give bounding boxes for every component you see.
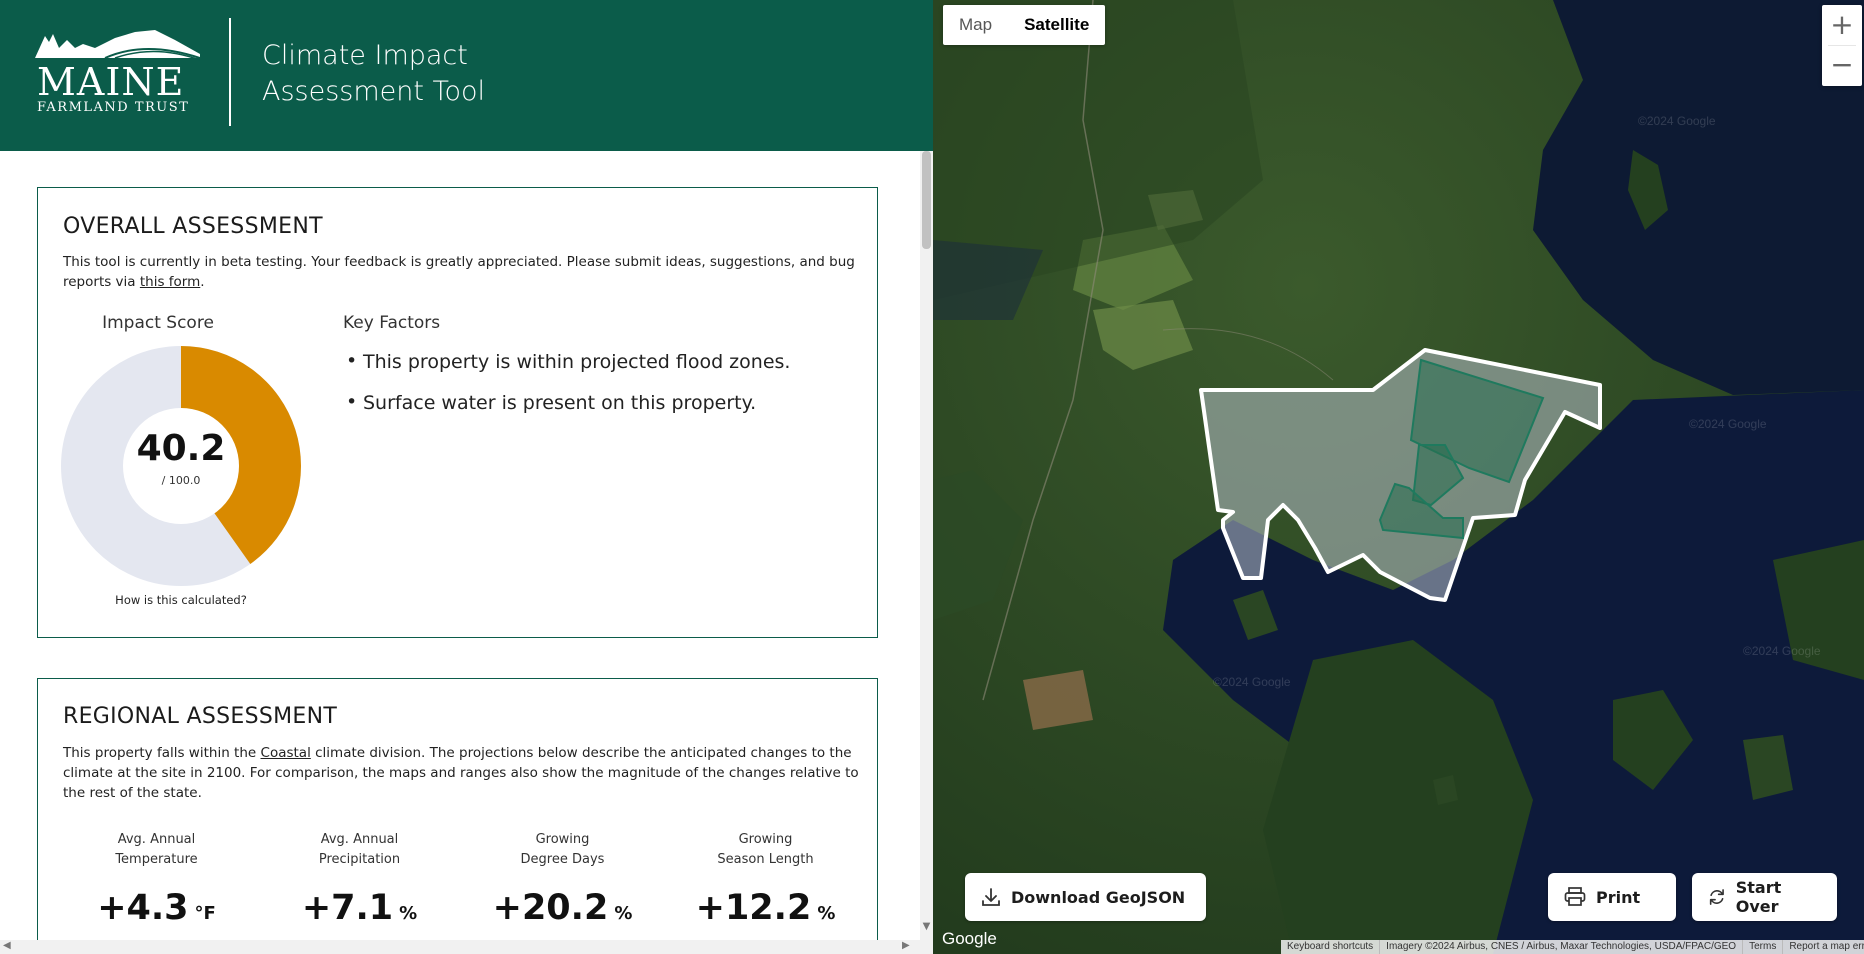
assessment-panel: MAINE FARMLAND TRUST Climate Impact Asse… xyxy=(0,0,933,954)
regional-assessment-heading: REGIONAL ASSESSMENT xyxy=(63,704,338,729)
regional-intro-before: This property falls within the xyxy=(63,745,257,761)
maine-farmland-trust-logo[interactable]: MAINE FARMLAND TRUST xyxy=(35,30,200,120)
zoom-control: + − xyxy=(1822,5,1862,86)
tool-title-line2: Assessment Tool xyxy=(262,76,485,107)
map-type-map-button[interactable]: Map xyxy=(943,5,1008,45)
map-watermark: ©2024 Google xyxy=(1689,417,1767,431)
map-attribution-bar: Keyboard shortcuts Imagery ©2024 Airbus,… xyxy=(1281,940,1864,954)
map-type-satellite-button[interactable]: Satellite xyxy=(1008,5,1105,45)
refresh-icon xyxy=(1709,889,1724,905)
logo-maine-text: MAINE xyxy=(37,60,185,104)
key-factors-title: Key Factors xyxy=(343,313,441,333)
header-divider xyxy=(229,18,231,126)
zoom-divider xyxy=(1828,45,1856,46)
metric-label: Growing Degree Days xyxy=(520,832,605,867)
feedback-form-link[interactable]: this form xyxy=(140,274,200,290)
scroll-right-arrow-icon[interactable]: ▶ xyxy=(902,940,910,951)
scroll-left-arrow-icon[interactable]: ◀ xyxy=(3,940,11,951)
app-header: MAINE FARMLAND TRUST Climate Impact Asse… xyxy=(0,0,933,151)
printer-icon xyxy=(1564,887,1586,906)
impact-score-max: / 100.0 xyxy=(161,474,201,487)
map-watermark: ©2024 Google xyxy=(1638,114,1716,128)
overall-assessment-heading: OVERALL ASSESSMENT xyxy=(63,214,323,239)
imagery-credit: Imagery ©2024 Airbus, CNES / Airbus, Max… xyxy=(1380,940,1744,954)
impact-score-value: 40.2 xyxy=(136,428,226,469)
zoom-in-button[interactable]: + xyxy=(1822,5,1862,45)
download-icon xyxy=(982,888,1000,906)
how-calculated-link[interactable]: How is this calculated? xyxy=(61,593,301,607)
keyboard-shortcuts-link[interactable]: Keyboard shortcuts xyxy=(1281,940,1381,954)
horizontal-scrollbar[interactable]: ◀ ▶ xyxy=(0,940,933,954)
report-map-error-link[interactable]: Report a map error xyxy=(1783,940,1864,954)
logo-farmland-trust-text: FARMLAND TRUST xyxy=(37,100,190,115)
climate-division-link[interactable]: Coastal xyxy=(261,745,311,761)
start-over-label: Start Over xyxy=(1735,878,1782,916)
metric-season-length: Growing Season Length +12.2% xyxy=(678,830,853,928)
key-factor-item: Surface water is present on this propert… xyxy=(346,391,790,414)
vertical-scrollbar-thumb[interactable] xyxy=(922,151,931,249)
regional-assessment-card: REGIONAL ASSESSMENT This property falls … xyxy=(37,678,878,940)
overall-assessment-card: OVERALL ASSESSMENT This tool is currentl… xyxy=(37,187,878,638)
download-geojson-label: Download GeoJSON xyxy=(1011,887,1186,907)
scroll-down-arrow-icon[interactable]: ▼ xyxy=(920,921,933,937)
tool-title-line1: Climate Impact xyxy=(262,40,468,71)
assessment-scroll-area[interactable]: OVERALL ASSESSMENT This tool is currentl… xyxy=(0,151,920,940)
google-logo[interactable]: Google xyxy=(942,929,997,949)
metric-temperature: Avg. Annual Temperature +4.3 °F xyxy=(69,830,244,928)
download-geojson-button[interactable]: Download GeoJSON xyxy=(965,873,1206,921)
metric-label: Avg. Annual Temperature xyxy=(115,832,198,867)
vertical-scrollbar[interactable]: ▼ xyxy=(920,151,933,940)
metric-degree-days: Growing Degree Days +20.2% xyxy=(475,830,650,928)
metric-value: +20.2% xyxy=(492,888,633,928)
map-type-control: Map Satellite xyxy=(943,5,1106,45)
print-label: Print xyxy=(1596,887,1641,907)
key-factors-list: This property is within projected flood … xyxy=(346,350,790,433)
metric-precipitation: Avg. Annual Precipitation +7.1% xyxy=(272,830,447,928)
metric-value: +4.3 °F xyxy=(97,888,216,928)
map-watermark: ©2024 Google xyxy=(1213,675,1291,689)
metric-value: +7.1% xyxy=(301,888,418,928)
print-button[interactable]: Print xyxy=(1548,873,1676,921)
beta-notice: This tool is currently in beta testing. … xyxy=(63,252,863,292)
beta-notice-end: . xyxy=(200,274,205,290)
metric-label: Avg. Annual Precipitation xyxy=(318,832,401,867)
terms-link[interactable]: Terms xyxy=(1743,940,1784,954)
metric-value: +12.2% xyxy=(695,888,836,928)
zoom-out-button[interactable]: − xyxy=(1822,45,1862,85)
map-watermark: ©2024 Google xyxy=(1743,644,1821,658)
tool-title: Climate Impact Assessment Tool xyxy=(262,38,562,110)
start-over-button[interactable]: Start Over xyxy=(1692,873,1837,921)
key-factor-item: This property is within projected flood … xyxy=(346,350,790,373)
metric-label: Growing Season Length xyxy=(717,832,814,867)
regional-intro: This property falls within the Coastal c… xyxy=(63,743,863,803)
satellite-imagery: ©2024 Google ©2024 Google ©2024 Google ©… xyxy=(933,0,1864,954)
satellite-map[interactable]: ©2024 Google ©2024 Google ©2024 Google ©… xyxy=(933,0,1864,954)
impact-score-title: Impact Score xyxy=(102,313,214,333)
